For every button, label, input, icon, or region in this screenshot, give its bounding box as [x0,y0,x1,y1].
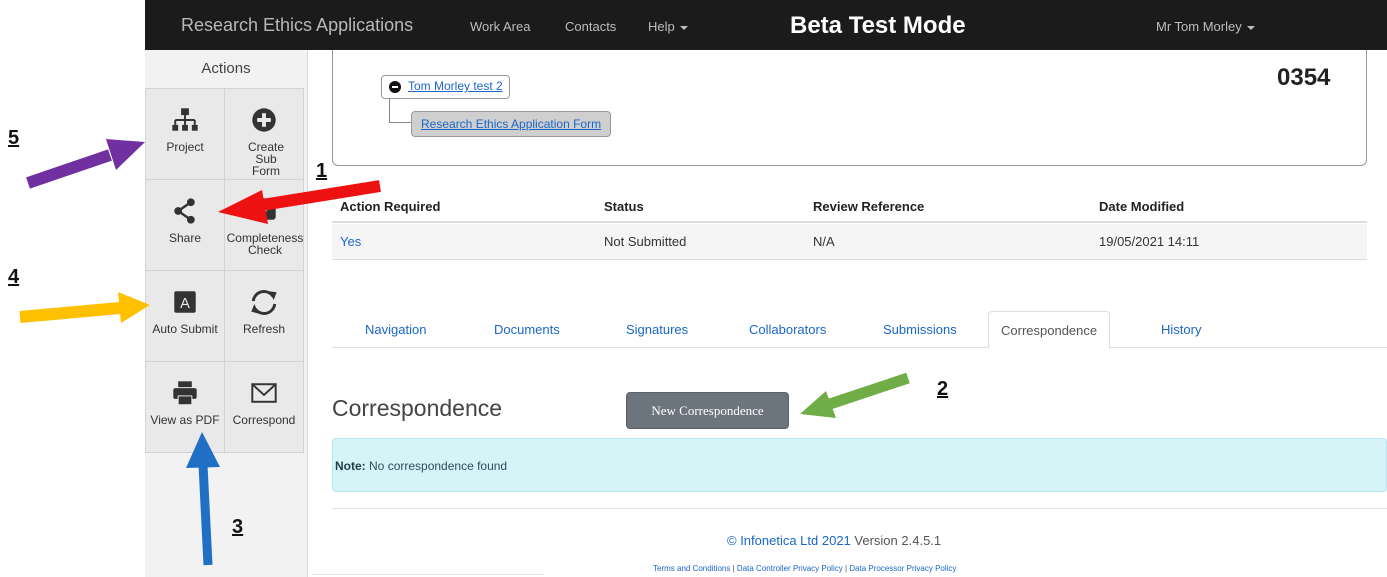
annotation-marker-1: 1 [316,160,328,182]
annotation-marker-5: 5 [8,127,20,149]
annotation-marker-3: 3 [232,516,244,538]
arrow-4-yellow [19,292,150,323]
arrow-3-blue [186,432,220,566]
arrow-5-purple [26,139,145,189]
annotation-marker-4: 4 [8,266,20,288]
annotation-arrows [19,139,910,566]
arrow-1-red [218,180,381,224]
annotation-marker-2: 2 [937,378,949,400]
arrow-2-green [800,372,910,418]
